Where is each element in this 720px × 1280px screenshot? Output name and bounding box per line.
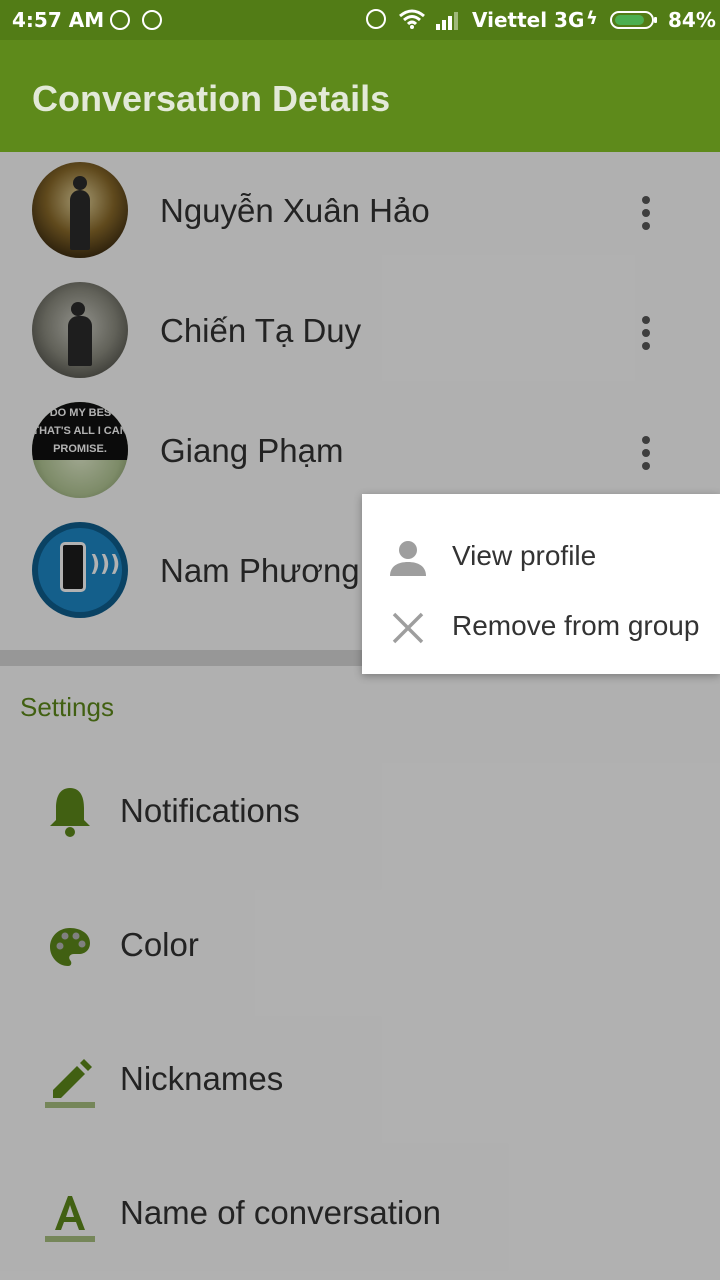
page-title: Conversation Details [32, 78, 391, 119]
wifi-icon [399, 9, 425, 29]
charging-icon: ϟ [586, 8, 598, 29]
app-bar: Conversation Details [0, 40, 720, 152]
signal-icon [436, 12, 458, 30]
status-bar: 4:57 AM Viettel 3G ϟ 84% [0, 0, 720, 40]
battery-icon [610, 11, 657, 29]
person-icon [390, 541, 426, 576]
member-popup-menu: View profile Remove from group [362, 494, 720, 674]
app-notification-icon [142, 10, 162, 30]
menu-item-label: Remove from group [452, 610, 700, 641]
carrier-name: Viettel 3G [472, 8, 585, 32]
status-time: 4:57 AM [12, 8, 105, 32]
app-notification-icon [110, 10, 130, 30]
close-icon [392, 612, 424, 644]
menu-item-view-profile[interactable]: View profile [362, 524, 720, 594]
alarm-icon [366, 9, 386, 29]
menu-item-label: View profile [452, 540, 597, 571]
menu-item-remove-from-group[interactable]: Remove from group [362, 594, 720, 664]
battery-percent: 84% [668, 8, 716, 32]
scrim-overlay[interactable] [0, 152, 720, 1280]
